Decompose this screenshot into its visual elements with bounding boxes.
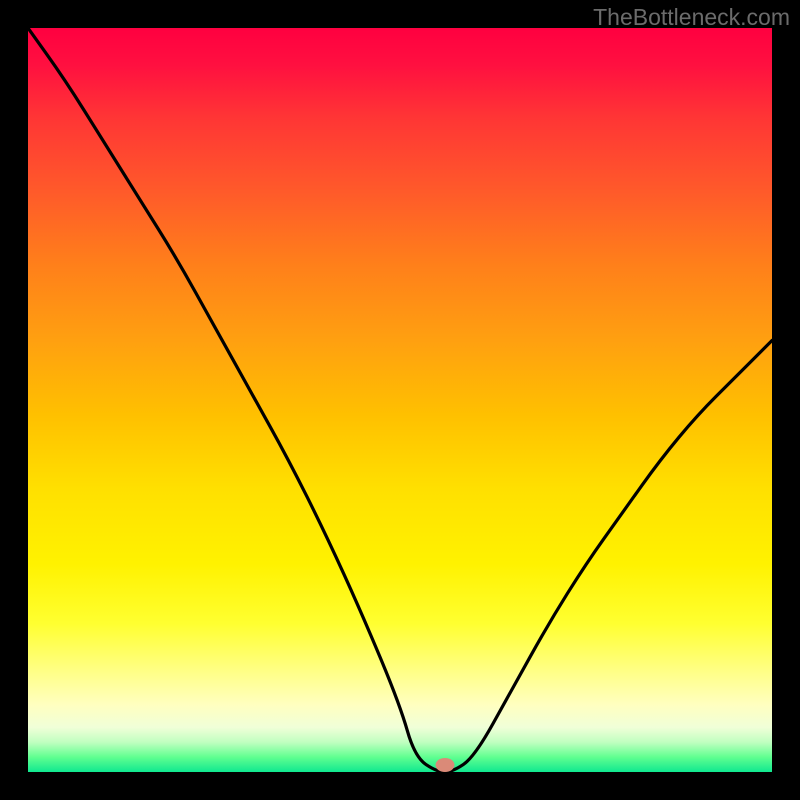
plot-area bbox=[28, 28, 772, 772]
optimal-point-marker bbox=[435, 758, 454, 772]
curve-svg bbox=[28, 28, 772, 772]
bottleneck-curve bbox=[28, 28, 772, 772]
watermark-text: TheBottleneck.com bbox=[593, 4, 790, 31]
chart-container: TheBottleneck.com bbox=[0, 0, 800, 800]
